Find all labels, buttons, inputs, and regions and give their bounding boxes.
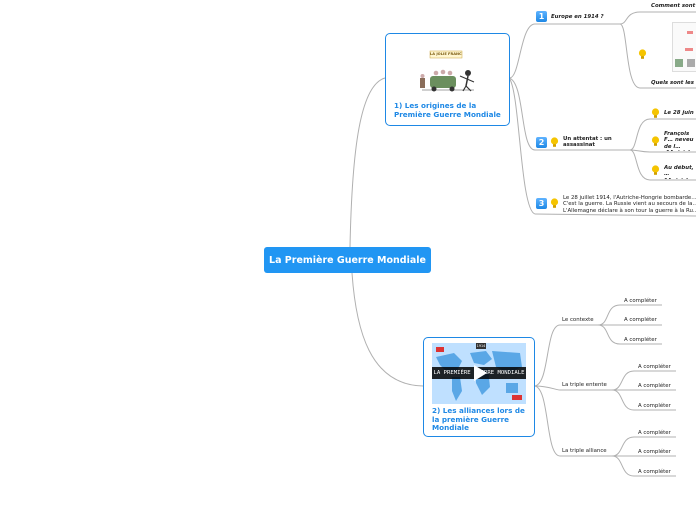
- lightbulb-icon: [550, 137, 559, 147]
- placeholder-node[interactable]: A compléter: [638, 383, 671, 389]
- card-title: 2) Les alliances lors de la première Gue…: [432, 406, 525, 433]
- node-europe-1914[interactable]: Europe en 1914 ?: [551, 14, 604, 20]
- node-quels-sont[interactable]: Quels sont les: [651, 80, 694, 86]
- text-line: L'Allemagne déclare à son tour la guerre…: [563, 207, 696, 214]
- placeholder-node[interactable]: A compléter: [638, 430, 671, 436]
- node-triple-alliance[interactable]: La triple alliance: [562, 448, 607, 454]
- lightbulb-icon: [651, 165, 660, 175]
- number-badge: 1: [536, 11, 547, 22]
- node-comment-sont[interactable]: Comment sont: [651, 3, 695, 9]
- placeholder-node[interactable]: A compléter: [638, 469, 671, 475]
- lightbulb-icon: [550, 198, 559, 208]
- node-francois-ferdinand[interactable]: François F… neveu de l… d'Autriche…: [664, 131, 696, 151]
- video-tag: 1914: [476, 344, 486, 348]
- placeholder-node[interactable]: A compléter: [624, 317, 657, 323]
- topic-card-alliances[interactable]: LA PREMIÈRE GUERRE MONDIALE 1914 2) Les …: [423, 337, 535, 437]
- cartoon-image: LA JOLIE FRANCE: [416, 48, 478, 94]
- placeholder-node[interactable]: A compléter: [638, 449, 671, 455]
- node-juillet-1914[interactable]: Le 28 juillet 1914, l'Autriche-Hongrie b…: [563, 195, 696, 214]
- placeholder-node[interactable]: A compléter: [624, 298, 657, 304]
- card-title: 1) Les origines de la Première Guerre Mo…: [394, 101, 501, 119]
- placeholder-node[interactable]: A compléter: [638, 364, 671, 370]
- number-badge: 2: [536, 137, 547, 148]
- node-28-juin[interactable]: Le 28 juin: [664, 110, 694, 116]
- lightbulb-icon: [651, 108, 660, 118]
- lightbulb-icon: [638, 49, 647, 59]
- image-caption: LA JOLIE FRANCE: [430, 52, 462, 56]
- placeholder-node[interactable]: A compléter: [638, 403, 671, 409]
- node-attentat[interactable]: Un attentat : un assassinat: [563, 136, 623, 149]
- video-thumbnail[interactable]: LA PREMIÈRE GUERRE MONDIALE 1914: [432, 343, 526, 404]
- placeholder-node[interactable]: A compléter: [624, 337, 657, 343]
- number-badge: 3: [536, 198, 547, 209]
- lightbulb-icon: [651, 136, 660, 146]
- node-triple-entente[interactable]: La triple entente: [562, 382, 607, 388]
- node-au-debut[interactable]: Au début, … l'Autriche-…: [664, 165, 696, 179]
- node-le-contexte[interactable]: Le contexte: [562, 317, 594, 323]
- topic-card-origins[interactable]: LA JOLIE FRANCE 1) Les origines de la Pr…: [385, 33, 510, 126]
- root-topic[interactable]: La Première Guerre Mondiale: [264, 247, 431, 273]
- map-thumbnail: [672, 22, 696, 72]
- video-title: LA PREMIÈRE GUERRE MONDIALE: [433, 370, 525, 376]
